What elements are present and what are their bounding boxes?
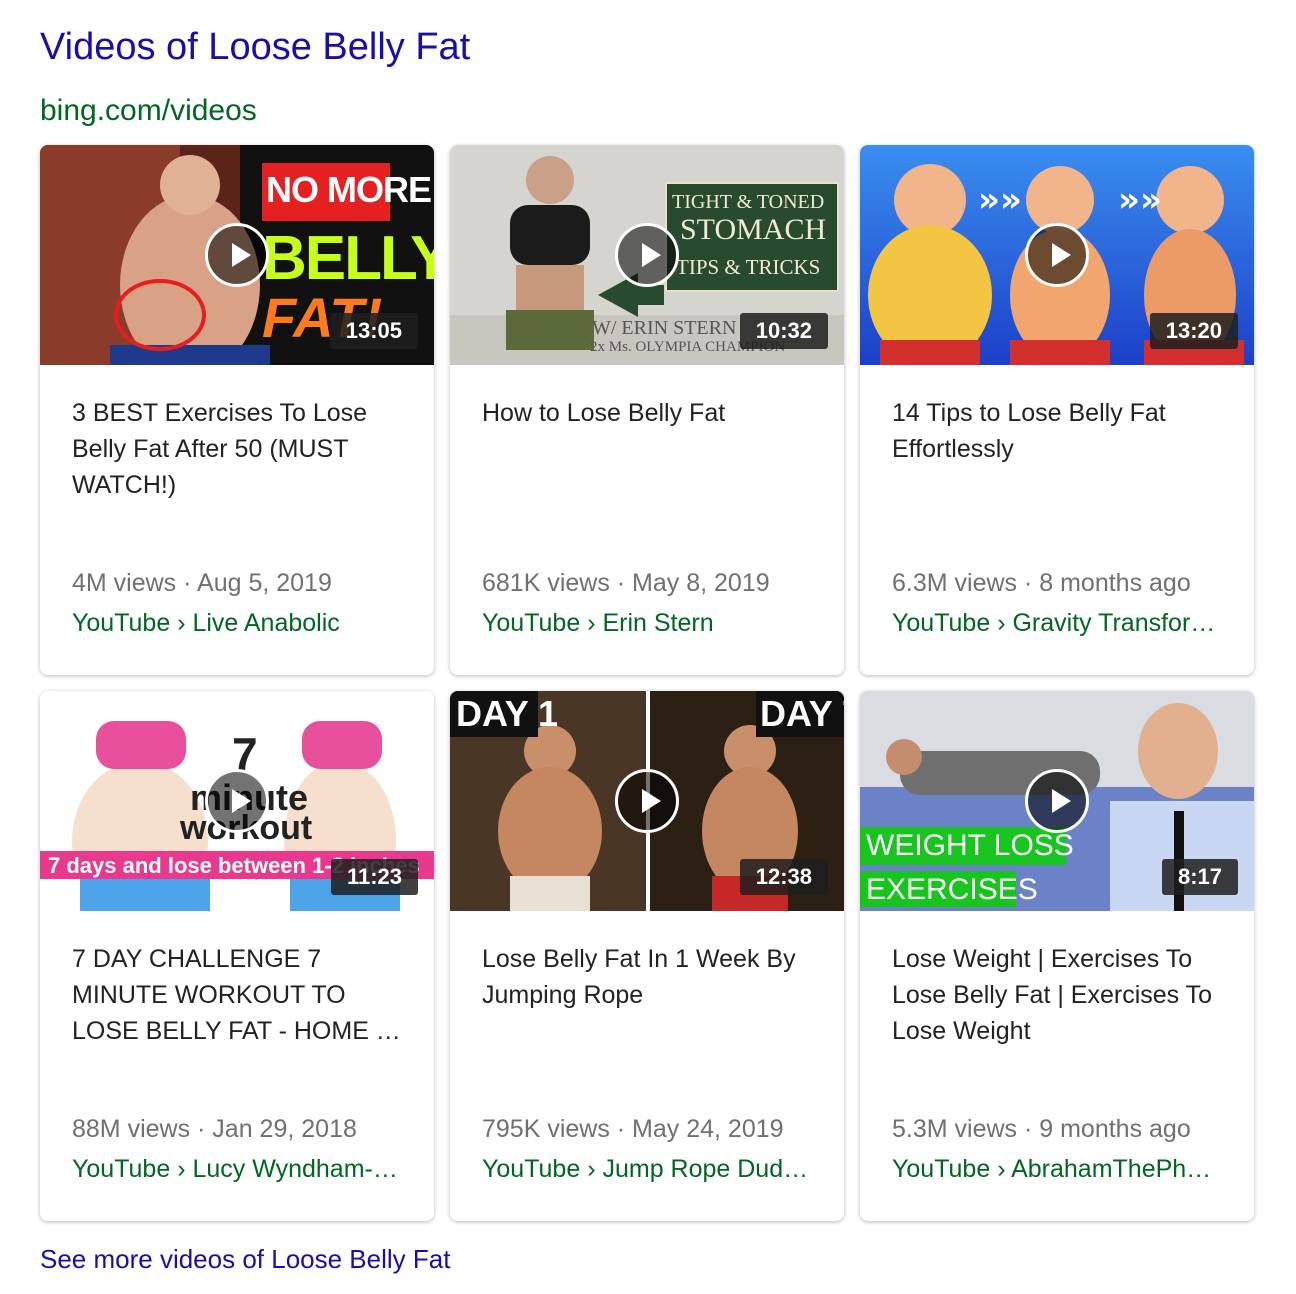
video-channel[interactable]: YouTube › Live Anabolic: [72, 609, 412, 638]
video-duration: 13:20: [1149, 313, 1238, 349]
video-thumbnail[interactable]: DAY 1 DAY 7 12:38: [450, 691, 844, 911]
video-duration: 11:23: [330, 859, 418, 895]
video-card[interactable]: »» »» 13:20 14 Tips to Lose Belly Fat Ef…: [860, 145, 1254, 675]
thumb-overlay-text: NO MORE: [266, 169, 432, 210]
play-icon[interactable]: [615, 223, 679, 287]
thumb-overlay-text: W/ ERIN STERN: [592, 317, 737, 339]
results-title-link[interactable]: Videos of Loose Belly Fat: [40, 26, 470, 69]
video-meta: 4M views · Aug 5, 2019: [72, 569, 332, 597]
video-thumbnail[interactable]: WEIGHT LOSS EXERCISES 8:17: [860, 691, 1254, 911]
video-duration: 12:38: [739, 859, 828, 895]
video-thumbnail[interactable]: »» »» 13:20: [860, 145, 1254, 365]
video-meta: 681K views · May 8, 2019: [482, 569, 770, 597]
svg-text:»»: »»: [978, 180, 1022, 220]
play-icon[interactable]: [1025, 223, 1089, 287]
video-card[interactable]: TIGHT & TONED STOMACH TIPS & TRICKS W/ E…: [450, 145, 844, 675]
video-card[interactable]: NO MORE BELLY FAT! 13:05 3 BEST Exercise…: [40, 145, 434, 675]
video-meta: 6.3M views · 8 months ago: [892, 569, 1191, 597]
video-grid: NO MORE BELLY FAT! 13:05 3 BEST Exercise…: [40, 145, 1256, 1221]
video-meta: 5.3M views · 9 months ago: [892, 1115, 1191, 1143]
video-title[interactable]: Lose Belly Fat In 1 Week By Jumping Rope: [482, 941, 812, 1013]
video-meta: 795K views · May 24, 2019: [482, 1115, 784, 1143]
video-channel[interactable]: YouTube › Jump Rope Dud…: [482, 1155, 822, 1184]
video-title[interactable]: How to Lose Belly Fat: [482, 395, 812, 431]
video-title[interactable]: 14 Tips to Lose Belly Fat Effortlessly: [892, 395, 1222, 467]
thumb-overlay-text: TIPS & TRICKS: [676, 255, 821, 279]
source-url: bing.com/videos: [40, 94, 257, 127]
video-card[interactable]: 7 minute workout 7 days and lose between…: [40, 691, 434, 1221]
video-thumbnail[interactable]: 7 minute workout 7 days and lose between…: [40, 691, 434, 911]
video-channel[interactable]: YouTube › Erin Stern: [482, 609, 822, 638]
video-channel[interactable]: YouTube › AbrahamThePh…: [892, 1155, 1232, 1184]
play-icon[interactable]: [205, 769, 269, 833]
thumb-overlay-text: WEIGHT LOSS: [866, 829, 1074, 862]
see-more-videos-link[interactable]: See more videos of Loose Belly Fat: [40, 1244, 450, 1275]
thumb-overlay-text: BELLY: [262, 224, 434, 293]
thumb-overlay-text: DAY 7: [760, 693, 844, 734]
video-duration: 8:17: [1161, 859, 1238, 895]
play-icon[interactable]: [615, 769, 679, 833]
thumb-overlay-text: TIGHT & TONED: [672, 191, 825, 213]
play-icon[interactable]: [1025, 769, 1089, 833]
video-channel[interactable]: YouTube › Gravity Transfor…: [892, 609, 1232, 638]
thumb-overlay-text: DAY 1: [456, 693, 559, 734]
video-channel[interactable]: YouTube › Lucy Wyndham-…: [72, 1155, 412, 1184]
play-icon[interactable]: [205, 223, 269, 287]
video-thumbnail[interactable]: NO MORE BELLY FAT! 13:05: [40, 145, 434, 365]
svg-text:»»: »»: [1118, 180, 1162, 220]
thumb-overlay-text: EXERCISES: [866, 873, 1038, 906]
video-meta: 88M views · Jan 29, 2018: [72, 1115, 357, 1143]
video-card[interactable]: DAY 1 DAY 7 12:38 Lose Belly Fat In 1 We…: [450, 691, 844, 1221]
video-duration: 13:05: [329, 313, 418, 349]
video-title[interactable]: 7 DAY CHALLENGE 7 MINUTE WORKOUT TO LOSE…: [72, 941, 402, 1049]
video-title[interactable]: Lose Weight | Exercises To Lose Belly Fa…: [892, 941, 1222, 1049]
video-card[interactable]: WEIGHT LOSS EXERCISES 8:17 Lose Weight |…: [860, 691, 1254, 1221]
thumb-overlay-text: STOMACH: [680, 213, 827, 246]
video-duration: 10:32: [739, 313, 828, 349]
video-thumbnail[interactable]: TIGHT & TONED STOMACH TIPS & TRICKS W/ E…: [450, 145, 844, 365]
video-title[interactable]: 3 BEST Exercises To Lose Belly Fat After…: [72, 395, 402, 503]
